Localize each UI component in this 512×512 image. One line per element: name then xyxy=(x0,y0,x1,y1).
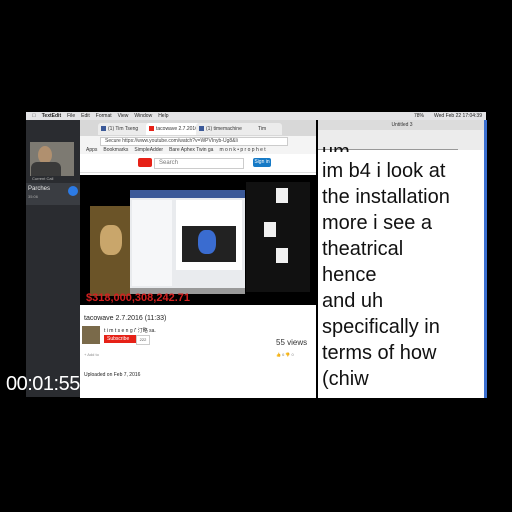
text-line: the installation xyxy=(322,186,450,208)
bookmark-monkprophet[interactable]: m o n k • p r o p h e t xyxy=(219,147,265,153)
channel-avatar[interactable] xyxy=(82,326,100,344)
menu-help[interactable]: Help xyxy=(158,113,168,119)
text-line: im b4 i look at xyxy=(322,160,446,182)
window-edge-highlight xyxy=(484,120,487,398)
bookmark-aphex[interactable]: Bare Aphex Twin ga xyxy=(169,147,213,153)
bookmark-apps[interactable]: Apps xyxy=(86,147,97,153)
channel-name[interactable]: t i m t s e n g /' 汀略 sa. xyxy=(104,327,156,334)
youtube-logo-icon[interactable] xyxy=(138,158,152,167)
video-overlay-number: $318,000,308,242.71 xyxy=(86,292,190,304)
video-timecode: 00:01:55;16 xyxy=(6,373,107,395)
tab-timemachine[interactable]: (1) timemachine xyxy=(196,123,254,135)
menu-window[interactable]: Window xyxy=(134,113,152,119)
textedit-titlebar: Untitled 3 xyxy=(318,120,486,130)
tab-label: Tim xyxy=(258,126,267,132)
bookmark-simpleadder[interactable]: SimpleAdder xyxy=(134,147,163,153)
sign-in-button[interactable]: Sign in xyxy=(253,158,271,167)
tab-bar: (1) Tim Tseng tacowave 2.7.2016 (1) time… xyxy=(80,120,316,136)
subscriber-count: 222 xyxy=(136,335,150,345)
tab-tim[interactable]: Tim xyxy=(248,123,282,135)
call-duration: 35:06 xyxy=(28,194,39,199)
apple-icon[interactable]:  xyxy=(32,113,36,119)
textedit-document[interactable]: im b4 i look at the installation more i … xyxy=(322,158,486,392)
url-field[interactable]: Secure https://www.youtube.com/watch?v=W… xyxy=(100,137,288,146)
video-title: tacowave 2.7.2016 (11:33) xyxy=(84,315,167,322)
menu-format[interactable]: Format xyxy=(96,113,112,119)
current-call-label: Current Call xyxy=(32,176,54,181)
youtube-icon xyxy=(149,126,154,131)
tab-label: (1) timemachine xyxy=(206,126,242,132)
text-line: (chiw xyxy=(322,368,369,390)
menu-battery[interactable]: 78% xyxy=(414,113,424,119)
video-facebook-face xyxy=(198,230,216,254)
view-count: 55 views xyxy=(276,338,308,347)
file-icon xyxy=(276,248,288,263)
menu-app-name[interactable]: TextEdit xyxy=(42,113,61,119)
tab-label: tacowave 2.7.2016 xyxy=(156,126,198,132)
menu-file[interactable]: File xyxy=(67,113,75,119)
video-face-image xyxy=(100,225,122,255)
text-line: terms of how xyxy=(322,342,437,364)
tab-tim-tseng[interactable]: (1) Tim Tseng xyxy=(98,123,152,135)
mic-button[interactable] xyxy=(68,186,78,196)
text-line: more i see a xyxy=(322,212,433,234)
file-icon xyxy=(276,188,288,203)
caller-name: Parches xyxy=(28,186,51,192)
subscribe-button[interactable]: Subscribe xyxy=(104,335,137,343)
text-line: and uh xyxy=(322,290,384,312)
text-line: specifically in xyxy=(322,316,440,338)
bookmarks-bar: Apps Bookmarks SimpleAdder Bare Aphex Tw… xyxy=(80,146,316,154)
menu-view[interactable]: View xyxy=(118,113,129,119)
tab-label: (1) Tim Tseng xyxy=(108,126,139,132)
text-line: theatrical xyxy=(322,238,404,260)
menu-clock[interactable]: Wed Feb 22 17:04:39 xyxy=(434,113,482,119)
facebook-icon xyxy=(101,126,106,131)
file-icon xyxy=(264,222,276,237)
video-facebook-sidebar xyxy=(132,200,172,286)
menu-edit[interactable]: Edit xyxy=(81,113,90,119)
text-line: hence xyxy=(322,264,377,286)
bookmark-bookmarks[interactable]: Bookmarks xyxy=(103,147,128,153)
tab-tacowave[interactable]: tacowave 2.7.2016 xyxy=(146,123,202,135)
mac-menubar:  TextEdit File Edit Format View Window … xyxy=(26,112,486,120)
like-dislike-icons[interactable]: 👍 6 👎 0 xyxy=(276,352,294,357)
youtube-search-input[interactable]: Search xyxy=(154,158,244,169)
facebook-icon xyxy=(199,126,204,131)
webcam-person-body xyxy=(31,162,61,176)
video-facebook-topbar xyxy=(130,190,245,198)
add-to-button[interactable]: + Add to xyxy=(84,352,99,357)
textedit-partial-line: um xyxy=(322,142,350,152)
video-desktop-files xyxy=(246,182,310,292)
